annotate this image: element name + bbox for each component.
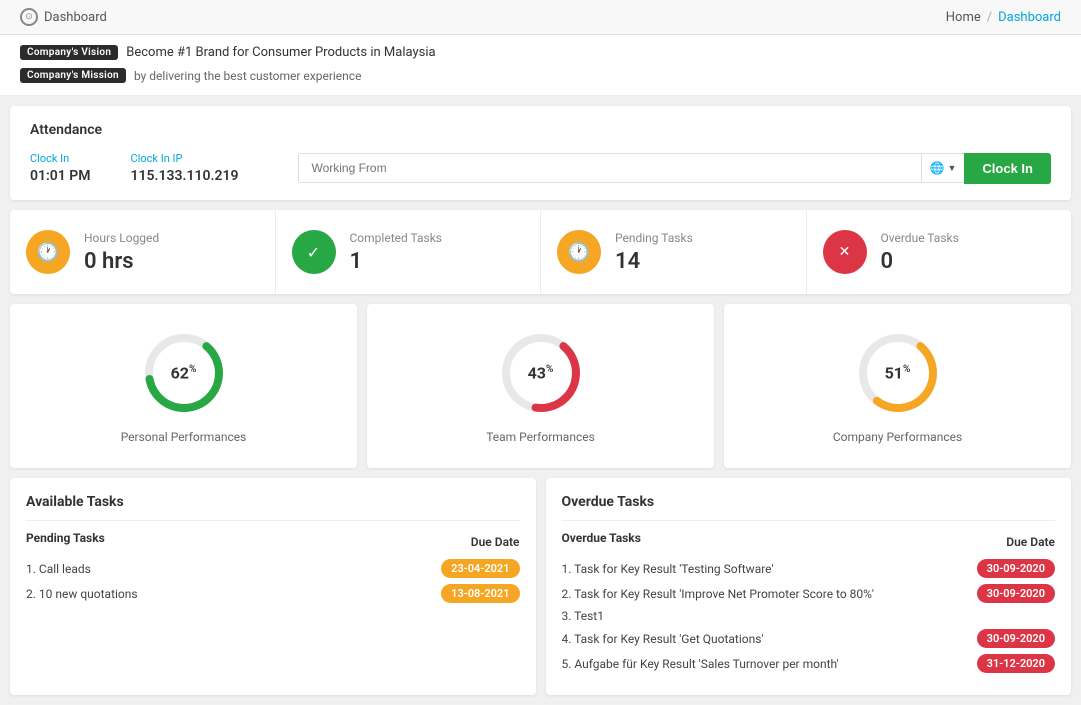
team-donut: 43% (496, 328, 586, 418)
tasks-section: Available Tasks Pending Tasks Due Date 1… (10, 478, 1071, 695)
vision-badge: Company's Vision (20, 45, 118, 60)
task-due-date: 31-12-2020 (977, 654, 1055, 673)
attendance-title: Attendance (30, 122, 1051, 138)
stat-pending-tasks: 🕐 Pending Tasks 14 (541, 210, 807, 294)
due-date-label-overdue: Due Date (1006, 535, 1055, 549)
personal-label: Personal Performances (121, 430, 247, 444)
globe-icon: 🌐 (930, 161, 945, 175)
clock-in-field: Clock In 01:01 PM (30, 152, 91, 184)
task-row: 5. Aufgabe für Key Result 'Sales Turnove… (562, 654, 1056, 673)
personal-percent: 62% (171, 364, 197, 383)
mission-text: by delivering the best customer experien… (134, 69, 362, 83)
task-due-date: 23-04-2021 (441, 559, 519, 578)
task-due-date: 13-08-2021 (441, 584, 519, 603)
task-due-date: 30-09-2020 (977, 584, 1055, 603)
attendance-section: Attendance Clock In 01:01 PM Clock In IP… (10, 106, 1071, 200)
overdue-tasks-header: Overdue Tasks Due Date (562, 531, 1056, 553)
stats-section: 🕐 Hours Logged 0 hrs ✓ Completed Tasks 1… (10, 210, 1071, 294)
task-due-date: 30-09-2020 (977, 559, 1055, 578)
completed-icon: ✓ (292, 230, 336, 274)
company-donut: 51% (853, 328, 943, 418)
company-label: Company Performances (833, 430, 962, 444)
overdue-tasks-subtitle: Overdue Tasks (562, 531, 641, 545)
page-title: Dashboard (44, 10, 107, 25)
task-row: 4. Task for Key Result 'Get Quotations' … (562, 629, 1056, 648)
task-name: 1. Call leads (26, 562, 91, 576)
banner-section: Company's Vision Become #1 Brand for Con… (0, 35, 1081, 96)
overdue-count: 0 (881, 249, 959, 274)
hours-icon: 🕐 (26, 230, 70, 274)
stat-hours-logged: 🕐 Hours Logged 0 hrs (10, 210, 276, 294)
breadcrumb: Home / Dashboard (946, 10, 1061, 25)
task-name: 2. 10 new quotations (26, 587, 138, 601)
clock-in-ip-label: Clock In IP (131, 152, 239, 165)
company-performance-card: 51% Company Performances (724, 304, 1071, 468)
task-row: 2. 10 new quotations 13-08-2021 (26, 584, 520, 603)
company-percent: 51% (885, 364, 911, 383)
clock-in-ip-value: 115.133.110.219 (131, 168, 239, 184)
breadcrumb-home[interactable]: Home (946, 10, 981, 25)
task-name: 4. Task for Key Result 'Get Quotations' (562, 632, 764, 646)
vision-text: Become #1 Brand for Consumer Products in… (126, 45, 435, 60)
task-name: 3. Test1 (562, 609, 604, 623)
task-row: 1. Task for Key Result 'Testing Software… (562, 559, 1056, 578)
available-tasks-header: Pending Tasks Due Date (26, 531, 520, 553)
mission-badge: Company's Mission (20, 68, 126, 83)
page-title-area: ⊙ Dashboard (20, 8, 107, 26)
working-from-input[interactable] (298, 153, 920, 183)
completed-label: Completed Tasks (350, 231, 443, 245)
personal-donut: 62% (139, 328, 229, 418)
available-tasks-title: Available Tasks (26, 494, 520, 510)
performance-section: 62% Personal Performances 43% Team Perfo… (10, 304, 1071, 468)
completed-count: 1 (350, 249, 443, 274)
chevron-down-icon: ▼ (948, 163, 957, 174)
team-label: Team Performances (486, 430, 595, 444)
task-name: 5. Aufgabe für Key Result 'Sales Turnove… (562, 657, 839, 671)
top-bar: ⊙ Dashboard Home / Dashboard (0, 0, 1081, 35)
stat-overdue-tasks: ✕ Overdue Tasks 0 (807, 210, 1072, 294)
task-due-date: 30-09-2020 (977, 629, 1055, 648)
stat-completed-tasks: ✓ Completed Tasks 1 (276, 210, 542, 294)
overdue-tasks-title: Overdue Tasks (562, 494, 1056, 510)
breadcrumb-current: Dashboard (998, 10, 1061, 25)
dashboard-icon: ⊙ (20, 8, 38, 26)
task-row: 2. Task for Key Result 'Improve Net Prom… (562, 584, 1056, 603)
hours-count: 0 hrs (84, 249, 159, 274)
working-from-section: 🌐 ▼ Clock In (298, 153, 1051, 184)
working-from-dropdown[interactable]: 🌐 ▼ (921, 153, 965, 183)
task-name: 1. Task for Key Result 'Testing Software… (562, 562, 774, 576)
team-performance-card: 43% Team Performances (367, 304, 714, 468)
pending-tasks-subtitle: Pending Tasks (26, 531, 105, 545)
clock-in-label: Clock In (30, 152, 91, 165)
personal-performance-card: 62% Personal Performances (10, 304, 357, 468)
clock-in-value: 01:01 PM (30, 168, 91, 184)
overdue-icon: ✕ (823, 230, 867, 274)
overdue-tasks-card: Overdue Tasks Overdue Tasks Due Date 1. … (546, 478, 1072, 695)
task-name: 2. Task for Key Result 'Improve Net Prom… (562, 587, 875, 601)
due-date-label-available: Due Date (471, 535, 520, 549)
overdue-label: Overdue Tasks (881, 231, 959, 245)
clock-in-ip-field: Clock In IP 115.133.110.219 (131, 152, 239, 184)
task-row: 1. Call leads 23-04-2021 (26, 559, 520, 578)
task-row: 3. Test1 (562, 609, 1056, 623)
pending-count: 14 (615, 249, 693, 274)
hours-label: Hours Logged (84, 231, 159, 245)
pending-icon: 🕐 (557, 230, 601, 274)
available-tasks-card: Available Tasks Pending Tasks Due Date 1… (10, 478, 536, 695)
team-percent: 43% (528, 364, 554, 383)
clock-in-button[interactable]: Clock In (964, 153, 1051, 184)
pending-label: Pending Tasks (615, 231, 693, 245)
breadcrumb-separator: / (987, 10, 992, 25)
